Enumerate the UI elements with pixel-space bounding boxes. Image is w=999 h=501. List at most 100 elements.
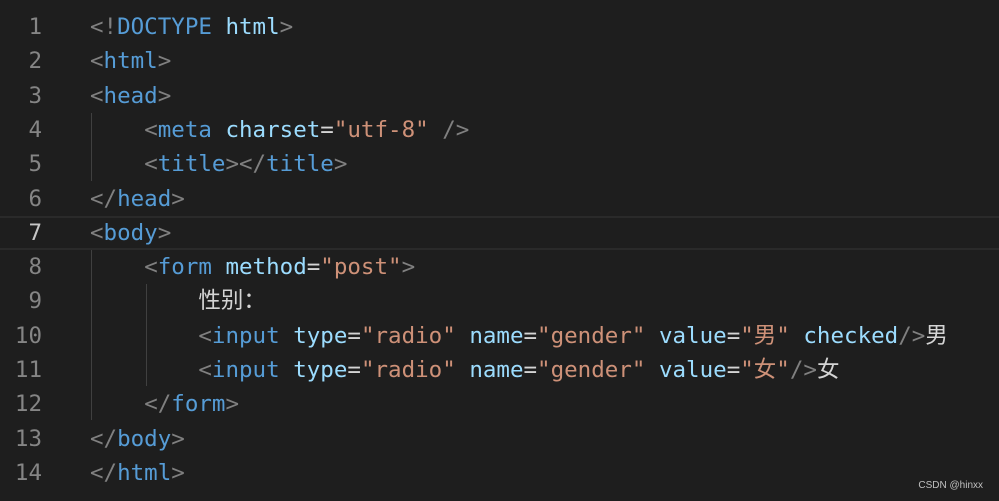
code-line[interactable]: 5 <title></title> [0,147,999,181]
code-text: <meta charset="utf-8" /> [90,113,469,147]
code-line[interactable]: 3 <head> [0,79,999,113]
token-punc: < [198,322,212,349]
token-punc: < [144,254,158,281]
token-punc: ></ [225,151,267,178]
code-line[interactable]: 2 <html> [0,44,999,78]
code-line[interactable]: 8 <form method="post"> [0,250,999,284]
token-tag: input [211,357,280,383]
token-punc: < [144,151,158,178]
token-punc: /> [789,357,817,383]
token-str: "post" [320,254,402,281]
token-eq: = [306,254,321,281]
token-tag: title [266,151,334,178]
code-line[interactable]: 12 </form> [0,387,999,421]
code-line[interactable]: 14 </html> [0,456,999,490]
code-text: <form method="post"> [90,250,415,284]
token-eq: = [726,322,741,349]
code-editor[interactable]: 1 <!DOCTYPE html> 2 <html> 3 <head> 4 <meta ch… [0,0,999,501]
token-tag: form [157,254,212,281]
watermark: CSDN @hinxx [918,480,983,491]
line-number: 5 [28,151,42,178]
token-tag: input [211,322,280,349]
token-str: "gender" [537,322,646,349]
code-line[interactable]: 11 <input type="radio" name="gender" val… [0,353,999,387]
line-number: 3 [28,82,42,109]
token-str: "女" [740,357,790,383]
token-tag: meta [157,116,212,143]
token-punc: </ [90,185,118,212]
token-punc: > [333,151,348,178]
token-eq: = [347,322,361,349]
token-eq: = [523,357,538,383]
line-number: 9 [28,288,42,315]
token-punc: > [225,391,240,418]
code-line[interactable]: 4 <meta charset="utf-8" /> [0,113,999,147]
token-punc: < [144,116,158,143]
code-text: <input type="radio" name="gender" value=… [90,353,839,387]
token-punc: < [90,82,104,109]
token-punc: < [90,48,104,75]
token-eq: = [347,357,361,383]
token-attr: checked [803,322,899,349]
token-txt: 女 [816,357,840,383]
token-attr: value [658,357,727,383]
token-str: "gender" [537,357,646,383]
token-txt: 男 [925,322,948,349]
token-tag: body [117,425,172,452]
token-attr: type [293,357,348,383]
code-text: </body> [90,422,185,456]
token-attr: html [225,14,280,40]
code-line[interactable]: 9 性别： [0,284,999,318]
code-line[interactable]: 1 <!DOCTYPE html> [0,10,999,44]
token-punc: > [157,48,172,75]
token-str: "男" [740,322,790,349]
code-line[interactable]: 7 <body> [0,215,999,250]
token-eq: = [320,116,334,143]
token-punc: /> [442,116,470,143]
scrolled-line-fragment [280,0,560,4]
token-attr: name [469,322,524,349]
token-tag: DOCTYPE [117,14,212,40]
token-tag: title [157,151,226,178]
token-punc: <! [90,14,118,40]
token-punc: > [157,219,172,246]
token-punc: > [171,185,185,212]
token-attr: charset [225,116,321,143]
code-line[interactable]: 13 </body> [0,422,999,456]
line-number: 11 [14,357,42,383]
token-punc: </ [90,425,118,452]
token-attr: type [293,322,348,349]
token-str: "utf-8" [333,116,429,143]
token-attr: value [658,322,727,349]
code-text: <body> [90,218,171,248]
token-punc: </ [90,459,118,486]
token-attr: name [469,357,524,383]
line-number: 12 [14,391,42,418]
line-number: 4 [28,116,42,143]
token-punc: </ [144,391,172,418]
line-number: 2 [28,48,42,75]
line-number: 6 [28,185,42,212]
token-tag: body [103,219,158,246]
token-tag: html [103,48,158,75]
token-punc: > [157,82,172,109]
code-line[interactable]: 6 </head> [0,182,999,216]
token-str: "radio" [360,322,456,349]
code-text: </head> [90,182,185,216]
code-line[interactable]: 10 <input type="radio" name="gender" val… [0,319,999,353]
line-number: 10 [14,322,42,349]
token-str: "radio" [360,357,456,383]
